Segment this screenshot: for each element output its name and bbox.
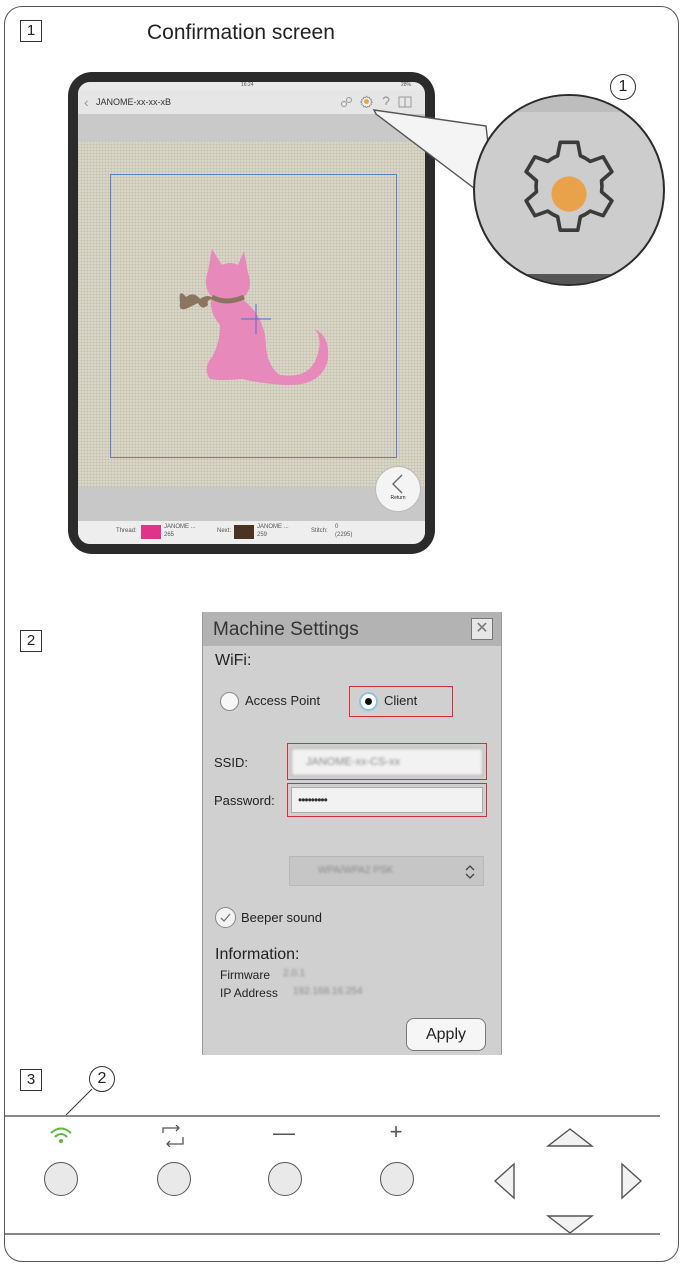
step-number-1: 1 (20, 20, 42, 42)
password-input[interactable]: ••••••••• (291, 787, 483, 813)
nav-title: JANOME-xx-xx-xB (96, 97, 171, 107)
callout-number-1: 1 (610, 74, 636, 100)
step1-title: Confirmation screen (147, 21, 335, 44)
next-color-swatch (234, 525, 254, 539)
ip-address-label: IP Address (220, 986, 278, 1000)
lower-gray-area (78, 487, 425, 521)
close-icon[interactable]: ✕ (471, 618, 493, 640)
return-button[interactable]: Return (375, 466, 421, 512)
information-heading: Information: (215, 946, 300, 963)
next-code: 259 (257, 532, 268, 538)
link-icon[interactable] (340, 96, 352, 108)
minus-icon: — (273, 1120, 295, 1145)
thread-info-bar: Thread: JANOME ... 265 Next: JANOME ... … (78, 521, 425, 544)
rotate-button[interactable] (157, 1162, 191, 1196)
client-label: Client (384, 693, 418, 708)
thread-color-swatch (141, 525, 161, 539)
beeper-label: Beeper sound (241, 910, 322, 925)
arrow-right-button[interactable] (618, 1161, 644, 1201)
arrow-up-button[interactable] (545, 1126, 595, 1150)
firmware-label: Firmware (220, 968, 270, 982)
zoomed-settings-icon (473, 94, 665, 286)
beeper-checkbox[interactable] (215, 907, 236, 928)
minus-button[interactable] (268, 1162, 302, 1196)
wifi-label: WiFi: (215, 652, 252, 669)
plus-icon: + (389, 1119, 403, 1144)
wifi-button[interactable] (44, 1162, 78, 1196)
dialog-title: Machine Settings (213, 619, 359, 640)
next-name: JANOME ... (257, 524, 289, 530)
chevron-left-icon[interactable]: ‹ (84, 90, 89, 114)
dialog-header: Machine Settings ✕ (203, 612, 501, 646)
security-value: WPA/WPA2 PSK (318, 865, 394, 876)
arrow-down-button[interactable] (545, 1213, 595, 1237)
password-label: Password: (214, 793, 275, 808)
thread-code: 265 (164, 532, 175, 538)
access-point-label: Access Point (245, 693, 321, 708)
apply-button[interactable]: Apply (406, 1018, 486, 1051)
return-label: Return (390, 495, 406, 501)
status-battery: 28% (400, 82, 411, 88)
thread-label: Thread: (116, 528, 137, 534)
panel-top-border (5, 1115, 660, 1117)
next-label: Next: (217, 528, 232, 534)
ssid-input[interactable]: JANOME-xx-CS-xx (291, 748, 483, 776)
rotate-icon (162, 1125, 184, 1147)
client-radio[interactable] (359, 692, 378, 711)
plus-button[interactable] (380, 1162, 414, 1196)
status-bar: 16:24 28% (78, 82, 425, 90)
chevron-left-icon (392, 474, 403, 494)
thread-name: JANOME ... (164, 524, 196, 530)
ssid-label: SSID: (214, 755, 248, 770)
access-point-radio[interactable] (220, 692, 239, 711)
status-time: 16:24 (241, 82, 254, 88)
stitch-value: 0 (335, 524, 339, 530)
center-crosshair (241, 304, 271, 334)
gear-icon (524, 140, 614, 232)
stitch-label: Stitch: (311, 528, 328, 534)
ip-address-value: 192.168.16.254 (293, 986, 363, 997)
wifi-icon (50, 1127, 72, 1143)
machine-settings-dialog: Machine Settings ✕ WiFi: Access Point Cl… (202, 612, 502, 1055)
firmware-value: 2.0.1 (283, 968, 306, 979)
arrow-left-button[interactable] (492, 1161, 518, 1201)
security-select[interactable]: WPA/WPA2 PSK (289, 856, 484, 886)
step-number-2: 2 (20, 630, 42, 652)
step-number-3: 3 (20, 1069, 42, 1091)
stitch-total: (2295) (335, 532, 353, 538)
chevron-updown-icon (465, 865, 475, 879)
checkmark-icon (220, 913, 231, 922)
